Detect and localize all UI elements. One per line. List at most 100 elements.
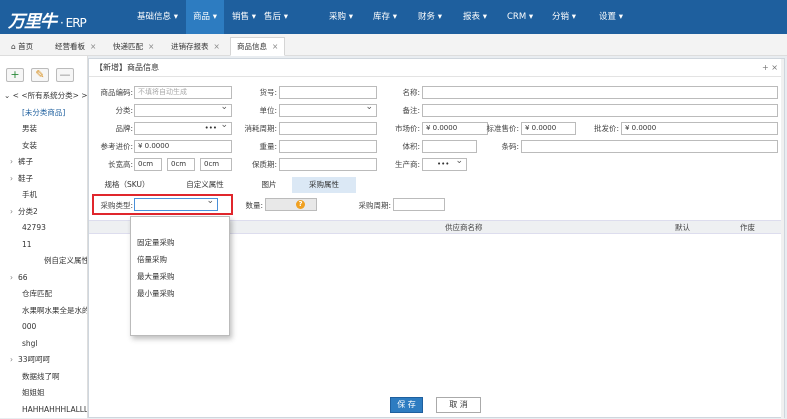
barcode-label: 条码: (501, 142, 519, 151)
volume-label: 体积: (402, 142, 420, 151)
goods-code-input[interactable]: 不填将自动生成 (134, 86, 232, 99)
subtab-purchase-attr[interactable]: 采购属性 (292, 177, 356, 193)
quantity-label: 数量: (245, 201, 263, 210)
goods-name-input[interactable] (422, 86, 778, 99)
quantity-input[interactable] (265, 198, 317, 211)
tree-item[interactable]: 例自定义属性 (0, 253, 87, 270)
brand-label: 品牌: (115, 124, 133, 133)
category-tree: ⌄ < <所有系统分类> > [未分类商品] 男装 女装 裤子 鞋子 手机 分类… (0, 88, 87, 418)
tab-goods-info[interactable]: 商品信息 × (230, 37, 286, 56)
width-input[interactable]: 0cm (167, 158, 195, 171)
maker-label: 生产商: (394, 160, 420, 169)
tree-item[interactable]: 数据线了啊 (0, 369, 87, 386)
nav-goods[interactable]: 商品 ▾ (186, 0, 224, 34)
col-void: 作废 (740, 223, 755, 232)
nav-basic-info[interactable]: 基础信息 ▾ (130, 0, 185, 34)
tree-item[interactable]: 鞋子 (0, 171, 87, 188)
nav-purchase[interactable]: 采购 ▾ (322, 0, 360, 34)
unit-select[interactable] (279, 104, 377, 117)
tree-item[interactable]: 11 (0, 237, 87, 254)
category-label: 分类: (115, 106, 133, 115)
tree-item[interactable]: 男装 (0, 121, 87, 138)
tree-item[interactable]: 手机 (0, 187, 87, 204)
std-price-input[interactable]: ¥ 0.0000 (521, 122, 576, 135)
expand-icon[interactable]: ⌄ (4, 91, 13, 100)
top-navbar: 万里牛 · ERP 基础信息 ▾ 商品 ▾ 销售 ▾ 售后 ▾ 采购 ▾ 库存 ▾… (0, 0, 787, 34)
col-supplier-name: 供应商名称 (445, 223, 483, 232)
tree-item[interactable]: 000 (0, 319, 87, 336)
delete-category-button[interactable]: — (56, 68, 74, 82)
nav-inventory[interactable]: 库存 ▾ (366, 0, 404, 34)
subtab-sku[interactable]: 规格（SKU） (95, 177, 159, 193)
tree-item[interactable]: 裤子 (0, 154, 87, 171)
shelf-life-input[interactable] (279, 158, 377, 171)
tree-item[interactable]: 66 (0, 270, 87, 287)
subtab-custom-attr[interactable]: 自定义属性 (175, 177, 235, 193)
nav-distribution[interactable]: 分销 ▾ (545, 0, 583, 34)
dropdown-option[interactable]: 最小量采购 (131, 285, 229, 302)
tree-item[interactable]: [未分类商品] (0, 105, 87, 122)
cancel-button[interactable]: 取 消 (436, 397, 481, 413)
highlight-box (92, 194, 233, 215)
tree-item[interactable]: 水果啊水果全是水的 (0, 303, 87, 320)
scrollbar[interactable] (781, 59, 784, 419)
tree-item[interactable]: 仓库匹配 (0, 286, 87, 303)
dialog-window-controls[interactable]: + × (762, 63, 778, 72)
dropdown-option[interactable]: 倍量采购 (131, 251, 229, 268)
consume-cycle-input[interactable] (279, 122, 377, 135)
save-button[interactable]: 保 存 (390, 397, 423, 413)
page-tab-bar: ⌂ 首页 经营看板 × 快递匹配 × 进销存报表 × 商品信息 × (0, 34, 787, 56)
length-input[interactable]: 0cm (134, 158, 162, 171)
dialog-title: 【新增】商品信息 (89, 59, 784, 77)
remark-input[interactable] (422, 104, 778, 117)
tree-item[interactable]: ⌄ < <所有系统分类> > (0, 88, 87, 105)
maker-select[interactable]: ••• (422, 158, 467, 171)
tree-item[interactable]: 分类2 (0, 204, 87, 221)
wholesale-price-label: 批发价: (593, 124, 619, 133)
ref-price-label: 参考进价: (100, 142, 133, 151)
close-icon[interactable]: × (272, 42, 278, 51)
weight-input[interactable] (279, 140, 377, 153)
add-category-button[interactable]: + (6, 68, 24, 82)
close-icon[interactable]: × (214, 42, 220, 51)
huohao-input[interactable] (279, 86, 377, 99)
tree-item[interactable]: 姐姐姐 (0, 385, 87, 402)
tree-item[interactable]: 女装 (0, 138, 87, 155)
help-icon[interactable]: ? (296, 200, 305, 209)
subtab-images[interactable]: 图片 (247, 177, 291, 193)
ref-price-input[interactable]: ¥ 0.0000 (134, 140, 232, 153)
close-icon[interactable]: × (90, 42, 96, 51)
category-select[interactable] (134, 104, 232, 117)
nav-crm[interactable]: CRM ▾ (500, 0, 540, 34)
height-input[interactable]: 0cm (200, 158, 232, 171)
volume-input[interactable] (422, 140, 477, 153)
tab-express-match[interactable]: 快递匹配 × (106, 37, 161, 56)
dropdown-option[interactable]: 固定量采购 (131, 234, 229, 251)
brand-select[interactable]: ••• (134, 122, 232, 135)
barcode-input[interactable] (521, 140, 778, 153)
goods-info-dialog: 【新增】商品信息 + × 商品编码: 不填将自动生成 货号: 名称: 分类: 单… (88, 58, 785, 419)
tab-inventory-report[interactable]: 进销存报表 × (164, 37, 227, 56)
name-label: 名称: (402, 88, 420, 97)
close-icon[interactable]: × (148, 42, 154, 51)
market-price-input[interactable]: ¥ 0.0000 (422, 122, 488, 135)
col-default: 默认 (675, 223, 690, 232)
purchase-period-label: 采购周期: (358, 201, 391, 210)
remark-label: 备注: (402, 106, 420, 115)
tree-item[interactable]: 42793 (0, 220, 87, 237)
tree-item[interactable]: shgl (0, 336, 87, 353)
tree-item[interactable]: 33呵呵呵 (0, 352, 87, 369)
purchase-period-input[interactable] (393, 198, 445, 211)
edit-category-button[interactable]: ✎ (31, 68, 49, 82)
cycle-label: 消耗周期: (244, 124, 277, 133)
nav-aftersale[interactable]: 售后 ▾ (257, 0, 295, 34)
nav-settings[interactable]: 设置 ▾ (592, 0, 630, 34)
wholesale-price-input[interactable]: ¥ 0.0000 (621, 122, 778, 135)
nav-reports[interactable]: 报表 ▾ (456, 0, 494, 34)
tab-dashboard[interactable]: 经营看板 × (48, 37, 103, 56)
tab-home[interactable]: ⌂ 首页 (4, 37, 40, 56)
shelf-life-label: 保质期: (251, 160, 277, 169)
tree-item[interactable]: HAHHAHHHLALLL (0, 402, 87, 419)
dropdown-option[interactable]: 最大量采购 (131, 268, 229, 285)
nav-finance[interactable]: 财务 ▾ (411, 0, 449, 34)
